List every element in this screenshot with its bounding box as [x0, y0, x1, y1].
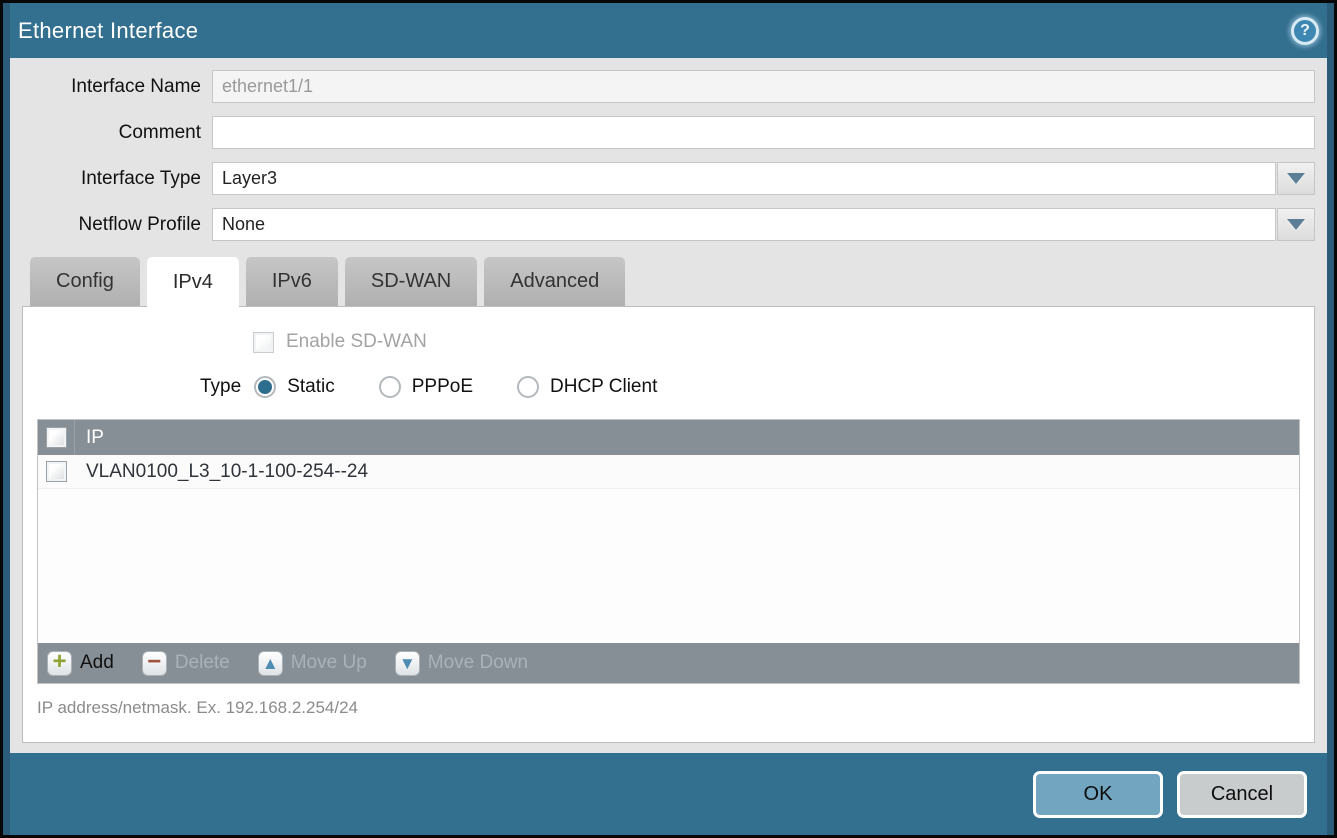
add-icon: +: [47, 651, 72, 676]
dialog-body: Interface Name Comment Interface Type Ne…: [10, 58, 1327, 753]
delete-icon: −: [142, 651, 167, 676]
chevron-down-icon: [1287, 173, 1305, 184]
comment-row: Comment: [22, 116, 1315, 149]
delete-button[interactable]: − Delete: [142, 651, 230, 676]
dialog-footer: OK Cancel: [10, 753, 1327, 835]
type-row: Type Static PPPoE DHCP Client: [200, 376, 1300, 398]
move-down-button[interactable]: ▼ Move Down: [395, 651, 528, 676]
ip-table-header: IP: [38, 420, 1299, 455]
comment-label: Comment: [22, 122, 212, 144]
radio-pppoe[interactable]: PPPoE: [379, 376, 473, 398]
netflow-profile-field[interactable]: [212, 208, 1276, 241]
tab-ipv4[interactable]: IPv4: [147, 257, 239, 307]
row-checkbox[interactable]: [46, 461, 67, 482]
move-down-button-label: Move Down: [428, 652, 528, 674]
radio-dhcp-client-control[interactable]: [517, 376, 539, 398]
delete-button-label: Delete: [175, 652, 230, 674]
interface-type-row: Interface Type: [22, 162, 1315, 195]
type-label: Type: [200, 376, 241, 398]
tab-ipv6[interactable]: IPv6: [246, 257, 338, 306]
interface-type-dropdown-button[interactable]: [1277, 162, 1315, 195]
enable-sdwan-row: Enable SD-WAN: [253, 307, 1300, 353]
move-down-icon: ▼: [395, 651, 420, 676]
move-up-button-label: Move Up: [291, 652, 367, 674]
netflow-profile-row: Netflow Profile: [22, 208, 1315, 241]
radio-static[interactable]: Static: [254, 376, 335, 398]
select-all-checkbox[interactable]: [46, 427, 67, 448]
dialog-title: Ethernet Interface: [18, 18, 198, 44]
move-up-icon: ▲: [258, 651, 283, 676]
ipv4-tab-panel: Enable SD-WAN Type Static PPPoE DHCP Cli…: [22, 306, 1315, 743]
add-button[interactable]: + Add: [47, 651, 114, 676]
ip-column-header: IP: [75, 427, 104, 449]
enable-sdwan-checkbox: [253, 332, 274, 353]
ip-format-hint: IP address/netmask. Ex. 192.168.2.254/24: [37, 698, 1300, 718]
radio-dhcp-client-label: DHCP Client: [550, 376, 657, 398]
radio-static-control[interactable]: [254, 376, 276, 398]
ok-button[interactable]: OK: [1033, 771, 1163, 818]
tabstrip: Config IPv4 IPv6 SD-WAN Advanced: [22, 257, 1315, 306]
add-button-label: Add: [80, 652, 114, 674]
interface-name-label: Interface Name: [22, 76, 212, 98]
radio-static-label: Static: [287, 376, 335, 398]
radio-pppoe-control[interactable]: [379, 376, 401, 398]
tab-config[interactable]: Config: [30, 257, 140, 306]
tab-sdwan[interactable]: SD-WAN: [345, 257, 477, 306]
ip-table: IP VLAN0100_L3_10-1-100-254--24 + Add −: [37, 419, 1300, 684]
tab-advanced[interactable]: Advanced: [484, 257, 625, 306]
netflow-profile-label: Netflow Profile: [22, 214, 212, 236]
radio-pppoe-label: PPPoE: [412, 376, 473, 398]
radio-dhcp-client[interactable]: DHCP Client: [517, 376, 657, 398]
interface-type-label: Interface Type: [22, 168, 212, 190]
ethernet-interface-dialog: Ethernet Interface ? Interface Name Comm…: [0, 0, 1337, 838]
ip-table-body: VLAN0100_L3_10-1-100-254--24: [38, 455, 1299, 643]
chevron-down-icon: [1287, 219, 1305, 230]
netflow-profile-dropdown-button[interactable]: [1277, 208, 1315, 241]
interface-type-field[interactable]: [212, 162, 1276, 195]
move-up-button[interactable]: ▲ Move Up: [258, 651, 367, 676]
table-row[interactable]: VLAN0100_L3_10-1-100-254--24: [38, 455, 1299, 489]
ip-table-toolbar: + Add − Delete ▲ Move Up ▼ Move Down: [38, 643, 1299, 683]
help-icon[interactable]: ?: [1291, 17, 1319, 45]
ip-cell-value: VLAN0100_L3_10-1-100-254--24: [75, 461, 368, 483]
interface-name-field: [212, 70, 1315, 103]
dialog-titlebar: Ethernet Interface ?: [10, 3, 1327, 58]
enable-sdwan-label: Enable SD-WAN: [286, 331, 427, 353]
comment-field[interactable]: [212, 116, 1315, 149]
interface-name-row: Interface Name: [22, 70, 1315, 103]
cancel-button[interactable]: Cancel: [1177, 771, 1307, 818]
